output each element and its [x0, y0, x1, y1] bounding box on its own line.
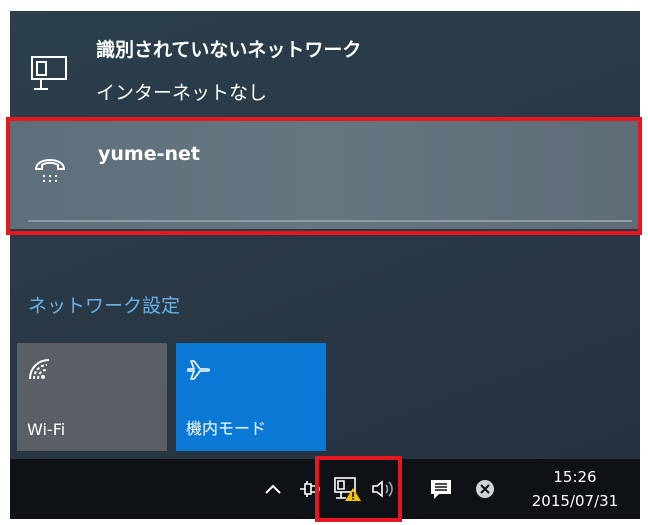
- tile-label: 機内モード: [186, 419, 267, 438]
- divider: [28, 220, 632, 222]
- network-name: 識別されていないネットワーク: [96, 39, 362, 61]
- clock-time: 15:26: [553, 468, 597, 486]
- volume-icon[interactable]: [366, 459, 400, 519]
- dialup-phone-icon: [32, 151, 68, 191]
- network-settings-link[interactable]: ネットワーク設定: [28, 291, 180, 318]
- screen: 識別されていないネットワーク インターネットなし yume-net ネットワーク…: [0, 0, 648, 525]
- taskbar: 15:26 2015/07/31: [10, 459, 640, 519]
- airplane-icon: [186, 357, 212, 381]
- network-flyout: 識別されていないネットワーク インターネットなし yume-net ネットワーク…: [10, 11, 640, 459]
- action-center-icon[interactable]: [424, 459, 458, 519]
- clock-date: 2015/07/31: [531, 492, 619, 510]
- network-item-unidentified[interactable]: 識別されていないネットワーク インターネットなし: [10, 11, 640, 115]
- wifi-icon: [27, 357, 53, 381]
- chevron-up-icon[interactable]: [258, 459, 288, 519]
- wired-ethernet-icon: [30, 53, 70, 93]
- tile-label: Wi-Fi: [27, 420, 66, 439]
- network-item-yume-net[interactable]: yume-net: [10, 121, 640, 229]
- wifi-toggle-tile[interactable]: Wi-Fi: [17, 343, 167, 451]
- airplane-mode-tile[interactable]: 機内モード: [176, 343, 326, 451]
- network-warning-icon[interactable]: [328, 459, 368, 519]
- close-circle-icon[interactable]: [470, 459, 500, 519]
- power-plug-icon[interactable]: [294, 459, 326, 519]
- network-status: インターネットなし: [96, 82, 268, 104]
- network-name: yume-net: [98, 143, 200, 165]
- taskbar-clock[interactable]: 15:26 2015/07/31: [512, 459, 638, 519]
